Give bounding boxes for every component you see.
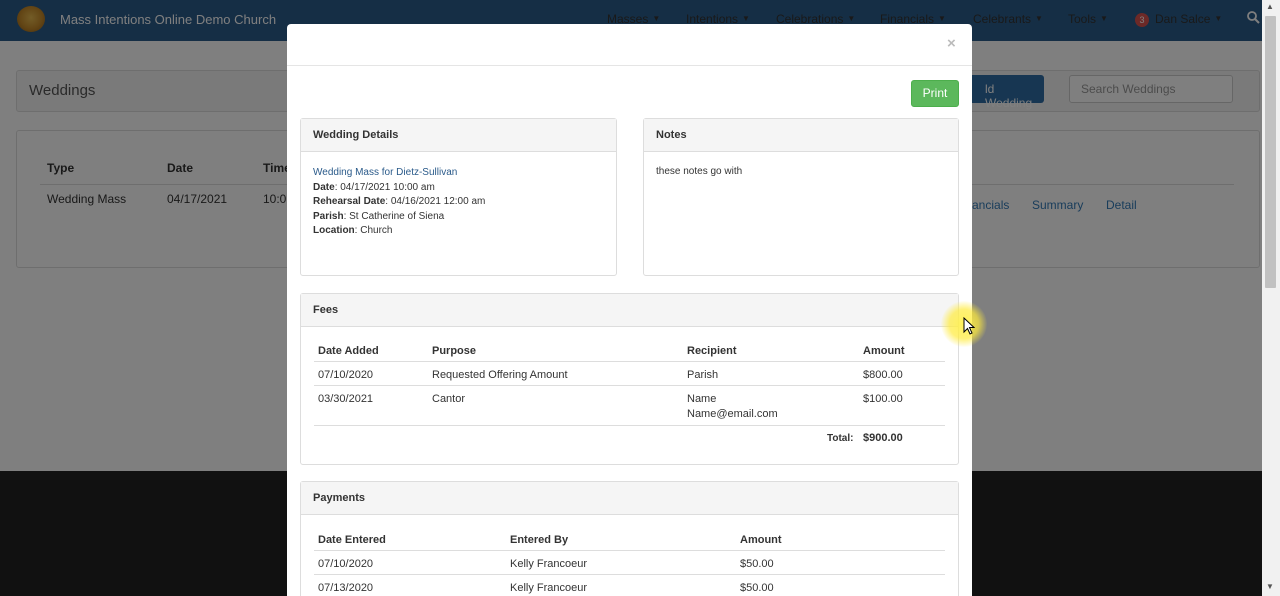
fees-row-2-amount: $100.00 bbox=[863, 393, 903, 405]
fees-total-value: $900.00 bbox=[863, 432, 903, 444]
print-button[interactable]: Print bbox=[911, 80, 959, 107]
fees-row-2-date: 03/30/2021 bbox=[318, 393, 374, 405]
payments-row-1-amount: $50.00 bbox=[740, 558, 774, 570]
payments-row-2-amount: $50.00 bbox=[740, 582, 774, 594]
fees-row-1-purpose: Requested Offering Amount bbox=[432, 369, 568, 381]
fees-row-2-purpose: Cantor bbox=[432, 393, 466, 405]
payments-heading: Payments bbox=[301, 482, 958, 515]
payments-col-entered-by: Entered By bbox=[510, 534, 569, 546]
payments-row-1-by: Kelly Francoeur bbox=[510, 558, 588, 570]
payments-panel: Payments Date Entered Entered By Amount … bbox=[300, 481, 959, 596]
scrollbar-thumb[interactable] bbox=[1265, 16, 1276, 288]
mass-title: Wedding Mass for Dietz-Sullivan bbox=[313, 167, 458, 178]
fees-col-recipient: Recipient bbox=[687, 345, 737, 357]
fees-panel: Fees Date Added Purpose Recipient Amount… bbox=[300, 293, 959, 465]
payments-row-2-by: Kelly Francoeur bbox=[510, 582, 588, 594]
fees-row-2-recipient-email: Name@email.com bbox=[687, 408, 778, 420]
fees-col-amount: Amount bbox=[863, 345, 905, 357]
payments-row-1-date: 07/10/2020 bbox=[318, 558, 374, 570]
fees-row-divider bbox=[314, 385, 945, 386]
fees-col-date-added: Date Added bbox=[318, 345, 379, 357]
fees-row-divider bbox=[314, 425, 945, 426]
detail-parish: Parish: St Catherine of Siena bbox=[313, 210, 445, 222]
mouse-pointer-icon bbox=[963, 317, 975, 335]
notes-text: these notes go with bbox=[656, 166, 743, 177]
modal-header: × bbox=[287, 24, 972, 66]
wedding-details-heading: Wedding Details bbox=[301, 119, 616, 152]
fees-heading: Fees bbox=[301, 294, 958, 327]
close-icon[interactable]: × bbox=[947, 35, 956, 52]
payments-row-divider bbox=[314, 574, 945, 575]
fees-row-1-recipient: Parish bbox=[687, 369, 719, 381]
fees-row-1-date: 07/10/2020 bbox=[318, 369, 374, 381]
payments-header-divider bbox=[314, 550, 945, 551]
payments-col-date-entered: Date Entered bbox=[318, 534, 386, 546]
detail-date: Date: 04/17/2021 10:00 am bbox=[313, 181, 435, 193]
wedding-detail-modal: × Print Wedding Details Wedding Mass for… bbox=[287, 24, 972, 596]
fees-row-2-recipient: Name bbox=[687, 393, 717, 405]
detail-rehearsal-date: Rehearsal Date: 04/16/2021 12:00 am bbox=[313, 196, 486, 207]
notes-panel: Notes these notes go with bbox=[643, 118, 959, 276]
scroll-down-arrow-icon[interactable]: ▼ bbox=[1266, 582, 1274, 591]
wedding-details-panel: Wedding Details Wedding Mass for Dietz-S… bbox=[300, 118, 617, 276]
fees-row-1-amount: $800.00 bbox=[863, 369, 903, 381]
payments-col-amount: Amount bbox=[740, 534, 782, 546]
fees-total-label: Total: bbox=[827, 433, 854, 444]
detail-location: Location: Church bbox=[313, 225, 393, 236]
notes-heading: Notes bbox=[644, 119, 958, 152]
fees-header-divider bbox=[314, 361, 945, 362]
scroll-up-arrow-icon[interactable]: ▲ bbox=[1266, 2, 1274, 11]
wedding-details-body: Wedding Mass for Dietz-Sullivan Date: 04… bbox=[313, 166, 485, 239]
payments-row-2-date: 07/13/2020 bbox=[318, 582, 374, 594]
fees-col-purpose: Purpose bbox=[432, 345, 477, 357]
